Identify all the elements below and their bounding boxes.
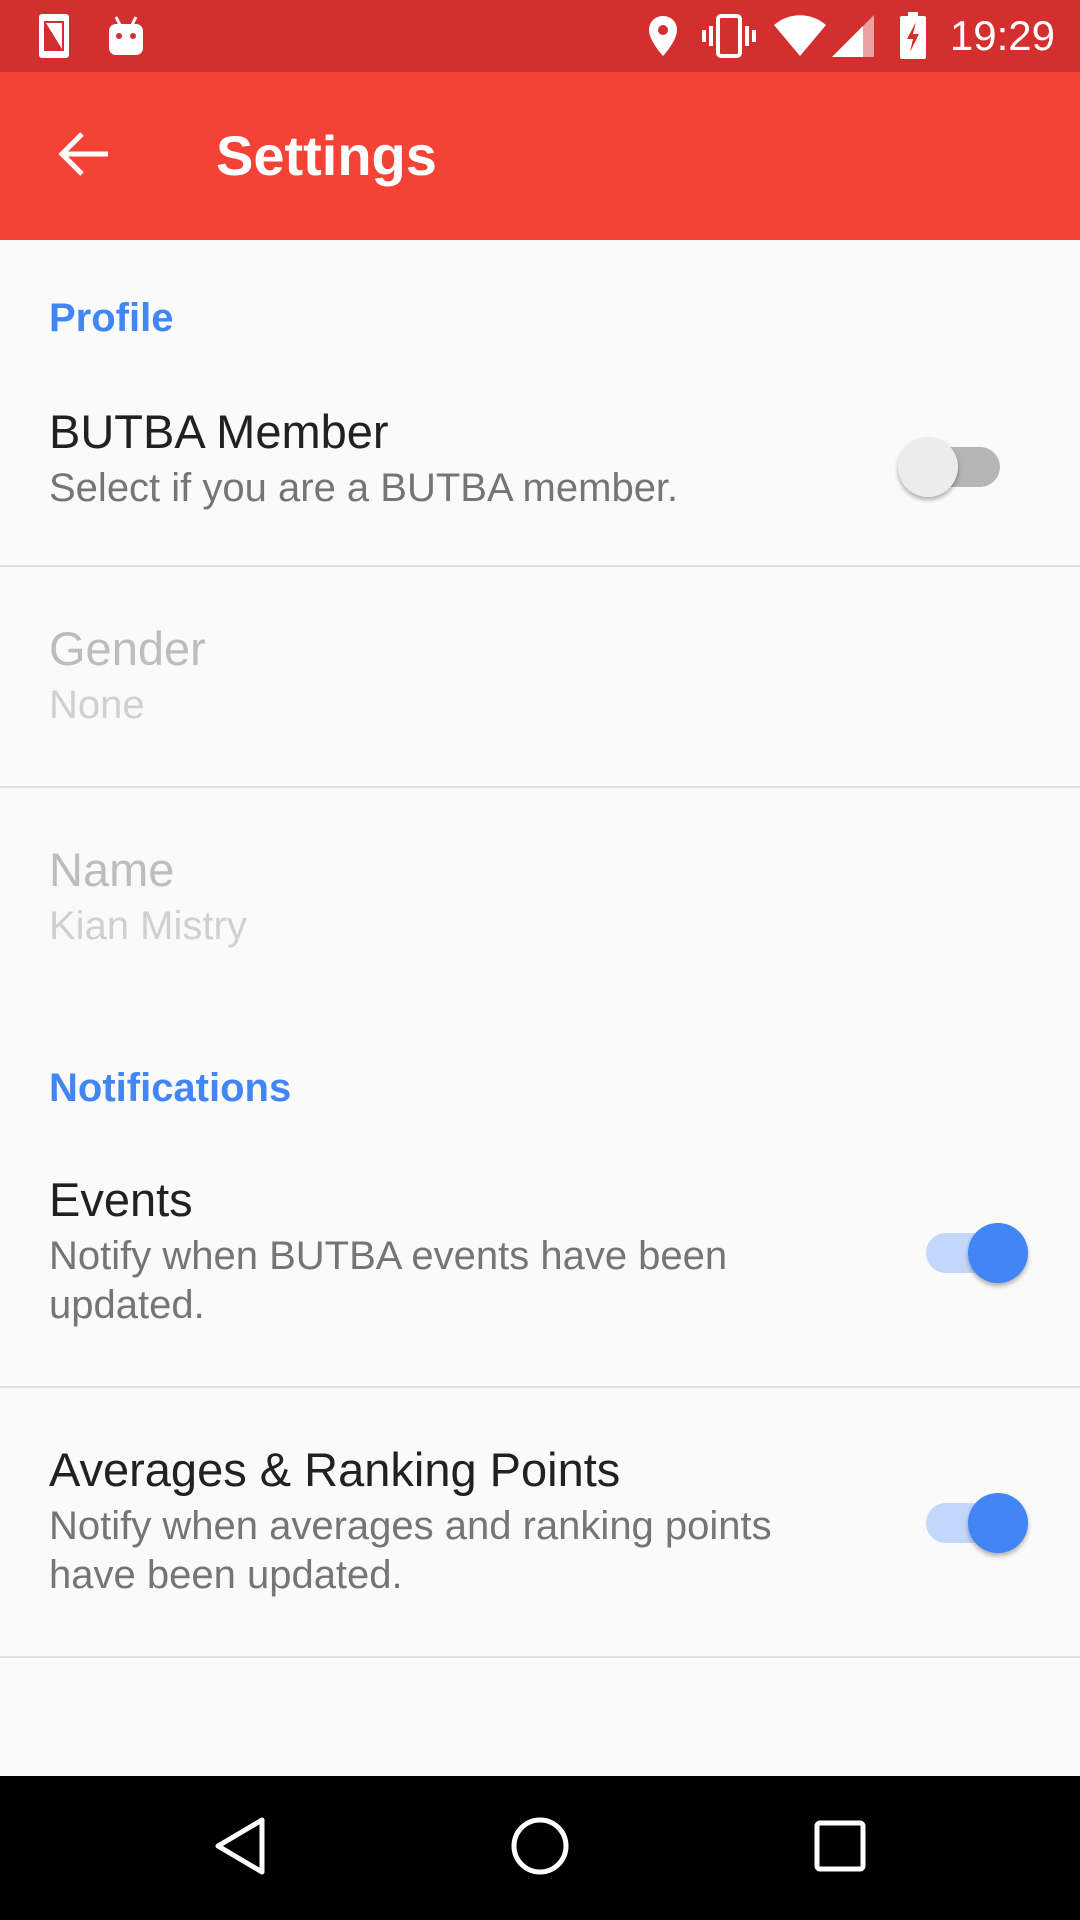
back-triangle-icon — [212, 1816, 268, 1881]
pref-title: Gender — [49, 622, 206, 675]
section-header-profile: Profile — [49, 296, 174, 340]
pref-events[interactable]: Events Notify when BUTBA events have bee… — [0, 1128, 1080, 1386]
nav-recents-button[interactable] — [768, 1776, 912, 1920]
page-title: Settings — [216, 124, 437, 187]
switch-thumb — [898, 437, 958, 497]
switch-thumb — [968, 1223, 1028, 1283]
settings-list: Profile BUTBA Member Select if you are a… — [0, 240, 1080, 1776]
pref-summary: Notify when BUTBA events have been updat… — [49, 1234, 728, 1327]
navigation-bar — [0, 1776, 1080, 1920]
status-time: 19:29 — [949, 12, 1055, 59]
status-bar: 19:29 — [0, 0, 1080, 72]
averages-switch[interactable] — [918, 1482, 1028, 1553]
back-button[interactable] — [36, 108, 132, 204]
pref-summary: Kian Mistry — [49, 904, 247, 948]
home-circle-icon — [510, 1816, 570, 1881]
pref-summary: None — [49, 683, 145, 727]
pref-title: Events — [49, 1173, 193, 1226]
sim-card-icon — [36, 0, 72, 72]
android-debug-icon — [106, 0, 146, 72]
pref-summary: Notify when averages and ranking points … — [49, 1504, 772, 1597]
pref-title: BUTBA Member — [49, 405, 389, 458]
wifi-icon — [772, 0, 828, 72]
location-pin-icon — [646, 0, 680, 72]
pref-averages-ranking[interactable]: Averages & Ranking Points Notify when av… — [0, 1388, 1080, 1656]
cell-signal-icon — [830, 0, 876, 72]
events-switch[interactable] — [918, 1212, 1028, 1283]
section-header-notifications: Notifications — [49, 1066, 292, 1110]
pref-title: Averages & Ranking Points — [49, 1443, 621, 1496]
battery-charging-icon — [898, 0, 928, 72]
pref-gender[interactable]: Gender None — [0, 567, 1080, 787]
vibrate-icon — [700, 0, 758, 72]
divider — [0, 1656, 1080, 1658]
switch-thumb — [968, 1493, 1028, 1553]
pref-title: Name — [49, 843, 175, 896]
nav-back-button[interactable] — [168, 1776, 312, 1920]
recents-square-icon — [814, 1820, 866, 1877]
pref-name[interactable]: Name Kian Mistry — [0, 788, 1080, 1008]
arrow-back-icon — [58, 131, 110, 182]
nav-home-button[interactable] — [468, 1776, 612, 1920]
pref-summary: Select if you are a BUTBA member. — [49, 466, 679, 510]
app-bar: Settings — [0, 72, 1080, 240]
butba-member-switch[interactable] — [898, 426, 1008, 497]
